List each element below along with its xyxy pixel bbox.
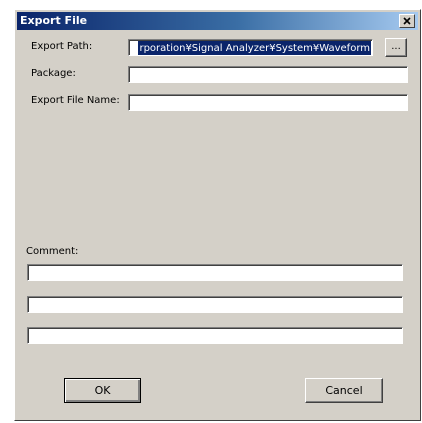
export-file-dialog: Export File Export Path: rporation¥Signa… xyxy=(14,9,421,421)
cancel-button[interactable]: Cancel xyxy=(305,378,383,403)
cancel-button-label: Cancel xyxy=(325,384,363,397)
package-label: Package: xyxy=(31,68,76,79)
ok-button-label: OK xyxy=(94,384,111,397)
ok-button[interactable]: OK xyxy=(64,378,141,403)
comment-line-1[interactable] xyxy=(27,264,403,281)
browse-button-label: ... xyxy=(391,41,401,52)
browse-button[interactable]: ... xyxy=(385,38,407,57)
export-file-name-label: Export File Name: xyxy=(31,95,120,106)
export-file-name-field[interactable] xyxy=(128,94,408,111)
comment-label: Comment: xyxy=(26,246,79,257)
package-field[interactable] xyxy=(128,66,408,83)
export-path-value: rporation¥Signal Analyzer¥System¥Wavefor… xyxy=(138,41,371,55)
close-icon xyxy=(403,17,411,25)
comment-line-2[interactable] xyxy=(27,296,403,313)
comment-line-3[interactable] xyxy=(27,327,403,344)
dialog-title: Export File xyxy=(20,14,88,27)
close-button[interactable] xyxy=(399,14,415,28)
export-path-label: Export Path: xyxy=(31,41,93,52)
title-bar: Export File xyxy=(17,12,418,30)
export-path-field[interactable]: rporation¥Signal Analyzer¥System¥Wavefor… xyxy=(128,39,373,56)
